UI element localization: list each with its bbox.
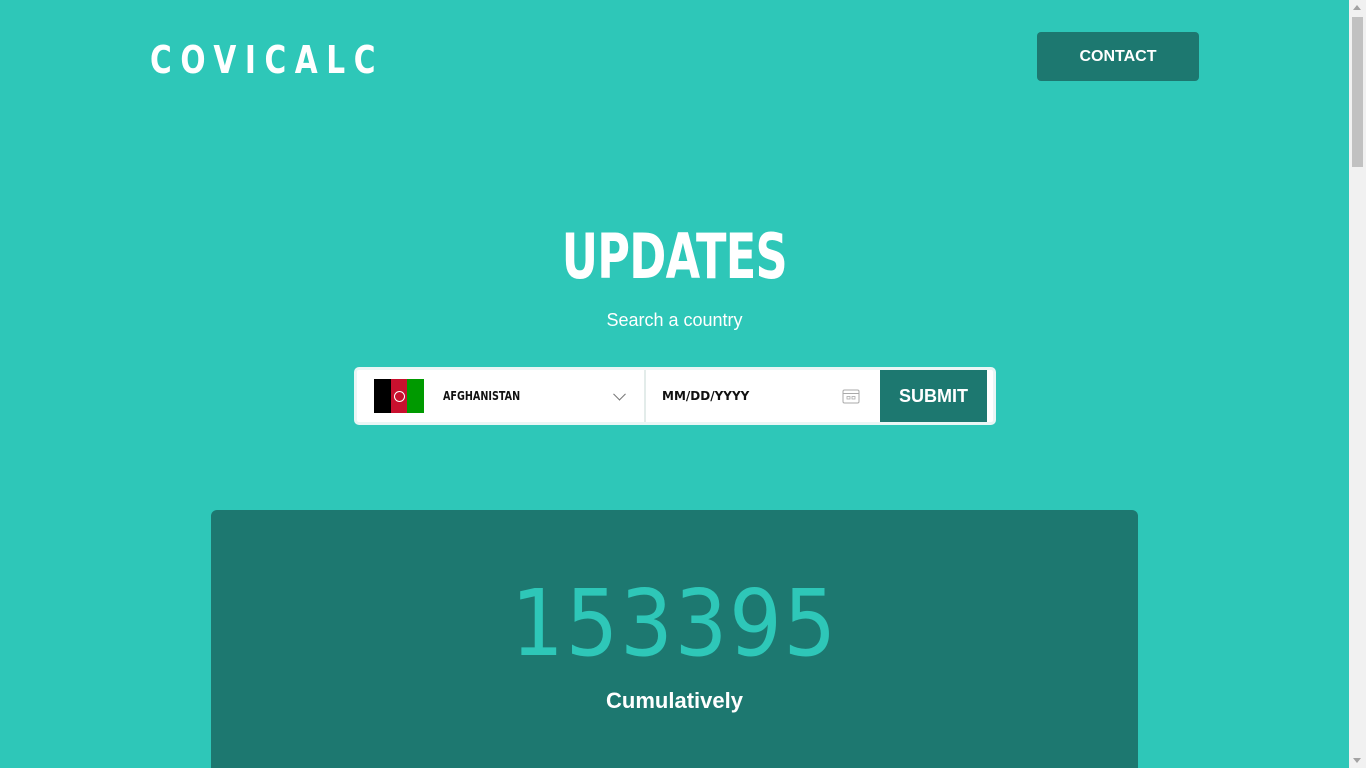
chevron-down-icon bbox=[613, 387, 626, 401]
scroll-down-arrow-icon[interactable] bbox=[1353, 758, 1361, 763]
country-select[interactable]: AFGHANISTAN bbox=[357, 370, 646, 422]
selected-country: AFGHANISTAN bbox=[443, 389, 521, 403]
page-title: UPDATES bbox=[0, 220, 1349, 293]
scrollbar-thumb[interactable] bbox=[1352, 17, 1363, 167]
page-title-text: UPDATES bbox=[561, 220, 788, 293]
cumulative-label: Cumulatively bbox=[606, 688, 743, 713]
page: COVICALC CONTACT UPDATES Search a countr… bbox=[0, 0, 1349, 768]
submit-button[interactable]: SUBMIT bbox=[880, 370, 987, 422]
afghanistan-flag-icon bbox=[374, 379, 425, 413]
logo[interactable]: COVICALC bbox=[150, 38, 384, 82]
date-input[interactable] bbox=[662, 389, 822, 403]
date-field[interactable] bbox=[646, 370, 880, 422]
contact-button[interactable]: CONTACT bbox=[1037, 32, 1199, 81]
vertical-scrollbar[interactable] bbox=[1349, 0, 1366, 768]
stats-card: 153395 Cumulatively bbox=[211, 510, 1138, 768]
page-subtitle: Search a country bbox=[606, 310, 743, 330]
cumulative-count: 153395 bbox=[211, 570, 1138, 677]
scroll-up-arrow-icon[interactable] bbox=[1353, 5, 1361, 10]
calendar-icon[interactable] bbox=[842, 388, 860, 404]
cumulative-count-value: 153395 bbox=[511, 570, 838, 677]
search-form: AFGHANISTAN SUBMIT bbox=[354, 367, 996, 425]
